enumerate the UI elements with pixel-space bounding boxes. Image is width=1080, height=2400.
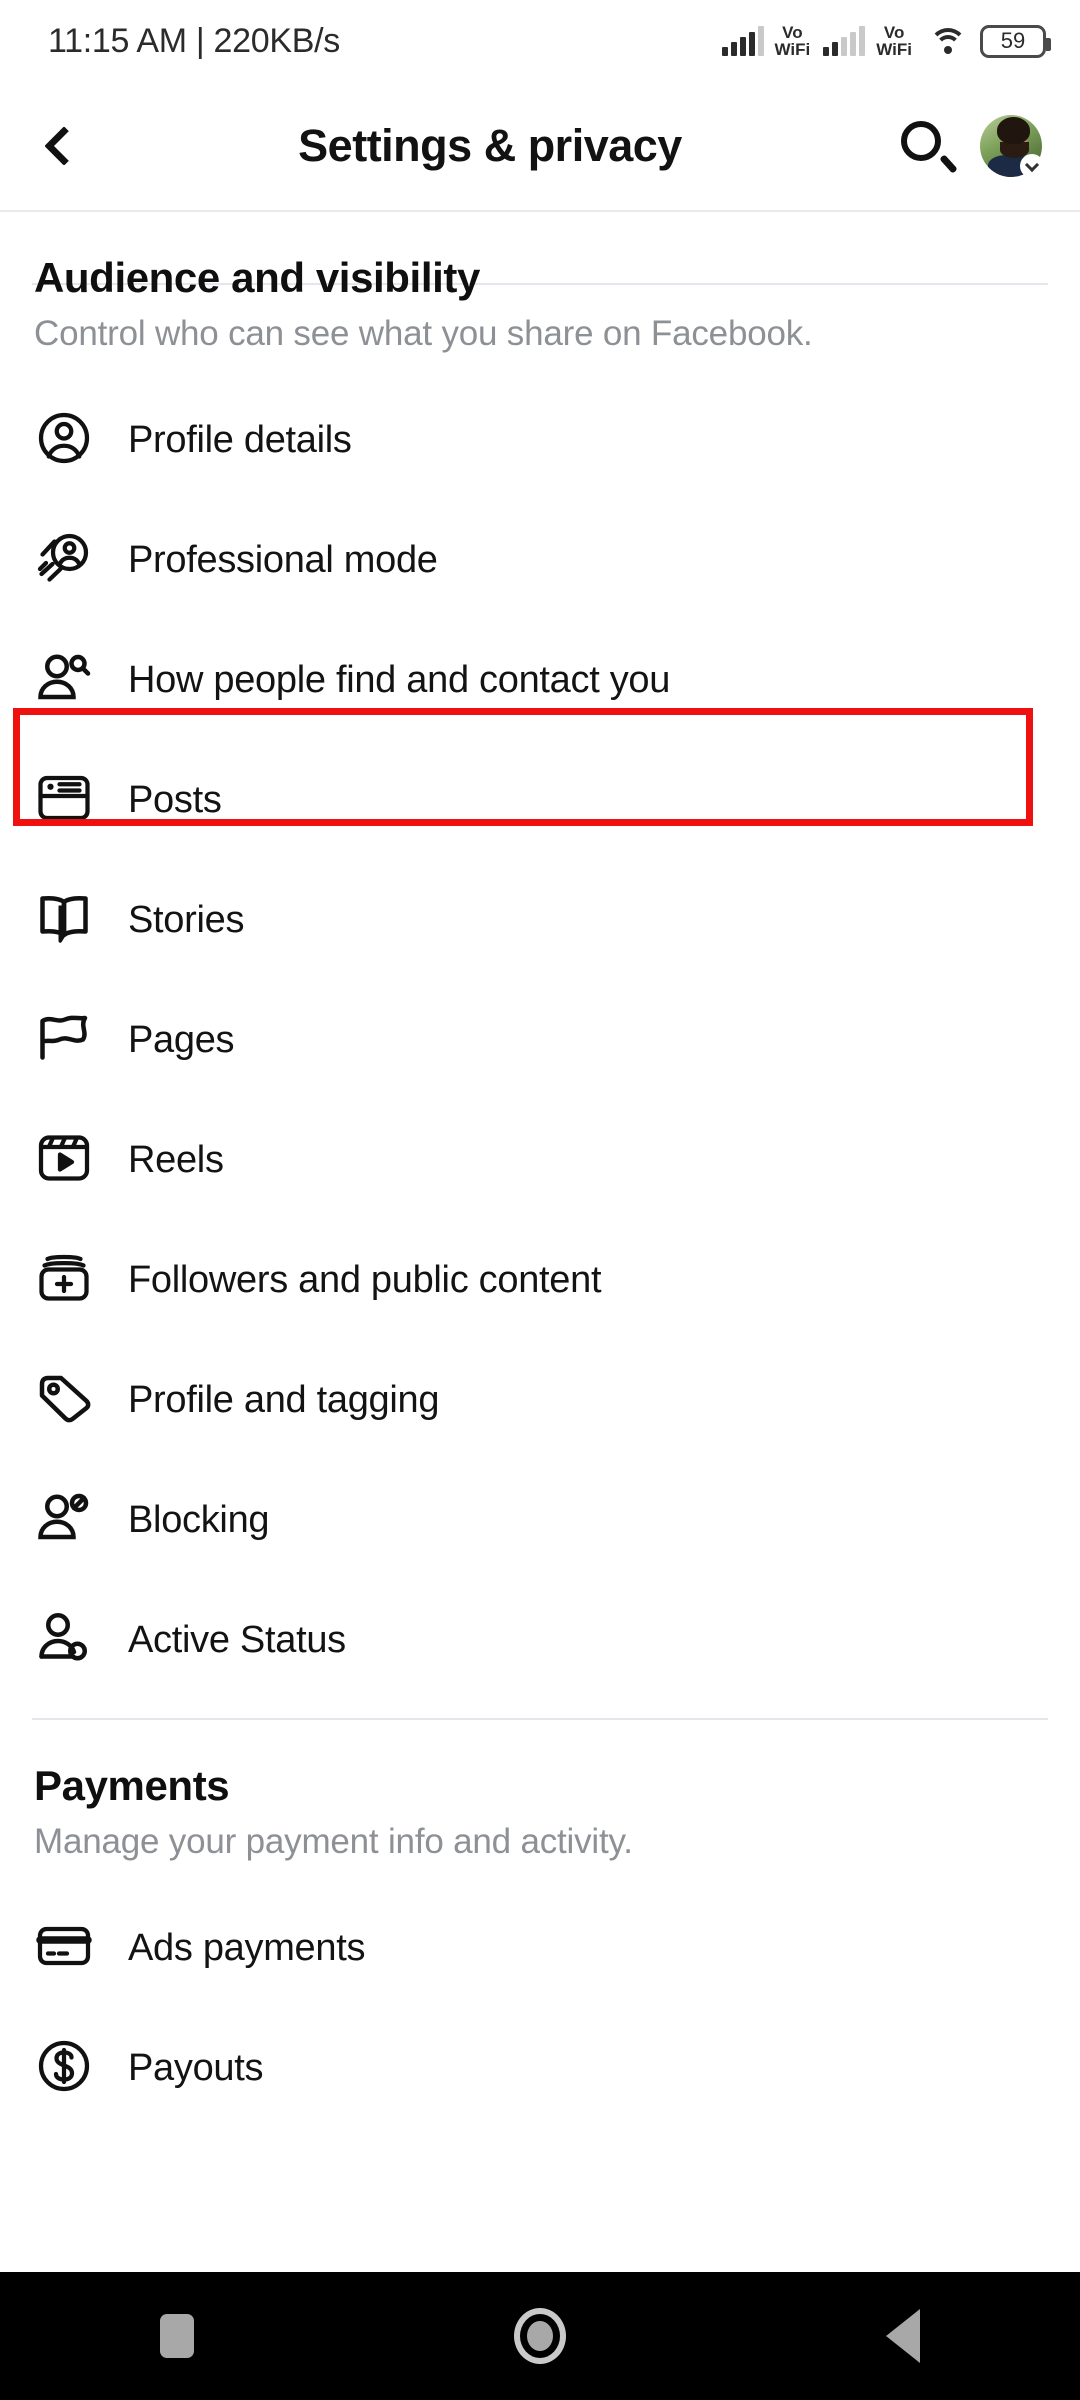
triangle-back-icon[interactable] [886, 2309, 920, 2363]
circle-icon[interactable] [514, 2308, 566, 2364]
battery-level: 59 [1000, 28, 1026, 53]
section-payments: Payments Manage your payment info and ac… [0, 1720, 1080, 2128]
list-item-label: Payouts [128, 2046, 264, 2089]
avatar[interactable] [980, 115, 1044, 178]
person-rocket-icon [34, 528, 108, 592]
list-item-label: Followers and public content [128, 1258, 602, 1301]
list-item-label: Active Status [128, 1618, 346, 1661]
person-status-icon [34, 1608, 108, 1672]
post-card-icon [34, 768, 108, 832]
section-divider-payments [32, 1718, 1048, 1720]
list-item-label: Blocking [128, 1498, 270, 1541]
vowifi-line2: WiFi [774, 40, 811, 59]
open-book-icon [34, 888, 108, 952]
reels-play-icon [34, 1128, 108, 1192]
list-item-label: How people find and contact you [128, 658, 671, 701]
flag-icon [34, 1008, 108, 1072]
status-icons: Vo WiFi Vo WiFi 59 [721, 24, 1051, 58]
status-bar: 11:15 AM | 220KB/s Vo WiFi Vo WiFi 59 [0, 0, 1080, 82]
status-time-and-speed: 11:15 AM | 220KB/s [48, 21, 340, 60]
list-item-active-status[interactable]: Active Status [0, 1580, 1080, 1700]
section-header: Audience and visibility Control who can … [0, 212, 1080, 354]
list-item-reels[interactable]: Reels [0, 1100, 1080, 1220]
stack-plus-icon [34, 1248, 108, 1312]
list-item-followers-and-public-content[interactable]: Followers and public content [0, 1220, 1080, 1340]
dollar-circle-icon [34, 2036, 108, 2100]
section-title: Audience and visibility [34, 254, 480, 301]
tag-icon [34, 1368, 108, 1432]
list-item-pages[interactable]: Pages [0, 980, 1080, 1100]
person-search-icon [34, 648, 108, 712]
section-subtitle: Manage your payment info and activity. [34, 1822, 633, 1861]
list-item-label: Reels [128, 1138, 224, 1181]
page-title: Settings & privacy [298, 120, 682, 171]
search-icon[interactable] [900, 120, 958, 174]
list-item-how-people-find-and-contact-you[interactable]: How people find and contact you [0, 620, 1080, 740]
app-header: Settings & privacy [0, 82, 1080, 210]
battery-icon: 59 [980, 24, 1051, 58]
list-item-label: Professional mode [128, 538, 438, 581]
header-actions [900, 115, 1080, 178]
list-item-posts[interactable]: Posts [0, 740, 1080, 860]
list-item-blocking[interactable]: Blocking [0, 1460, 1080, 1580]
section-audience-and-visibility: Audience and visibility Control who can … [0, 212, 1080, 1700]
vowifi-line1: Vo [883, 23, 905, 42]
signal-bars-icon [721, 26, 764, 56]
credit-card-icon [34, 1916, 108, 1980]
list-item-label: Ads payments [128, 1926, 366, 1969]
phone-screen: 11:15 AM | 220KB/s Vo WiFi Vo WiFi 59 Se [0, 0, 1080, 2400]
list-item-profile-details[interactable]: Profile details [0, 380, 1080, 500]
list-item-label: Pages [128, 1018, 235, 1061]
person-block-icon [34, 1488, 108, 1552]
wifi-icon [929, 26, 967, 56]
android-nav-bar [0, 2272, 1080, 2400]
list-item-stories[interactable]: Stories [0, 860, 1080, 980]
chevron-down-icon [1020, 154, 1044, 178]
vowifi-line1: Vo [782, 23, 803, 42]
section-title: Payments [34, 1762, 230, 1809]
list-item-profile-and-tagging[interactable]: Profile and tagging [0, 1340, 1080, 1460]
vowifi-line2: WiFi [876, 40, 912, 59]
list-item-label: Profile and tagging [128, 1378, 440, 1421]
section-header: Payments Manage your payment info and ac… [0, 1720, 1080, 1862]
person-circle-icon [34, 408, 108, 472]
chevron-left-icon [44, 126, 84, 166]
list-item-ads-payments[interactable]: Ads payments [0, 1888, 1080, 2008]
signal-bars-icon [823, 26, 866, 56]
square-icon[interactable] [160, 2314, 194, 2358]
list-item-professional-mode[interactable]: Professional mode [0, 500, 1080, 620]
list-item-payouts[interactable]: Payouts [0, 2008, 1080, 2128]
vowifi-icon: Vo WiFi [775, 24, 811, 58]
vowifi-icon: Vo WiFi [876, 24, 912, 58]
list-item-label: Stories [128, 898, 245, 941]
section-subtitle: Control who can see what you share on Fa… [34, 314, 813, 353]
settings-list: Audience and visibility Control who can … [0, 212, 1080, 2128]
list-item-label: Profile details [128, 418, 352, 461]
list-item-label: Posts [128, 778, 222, 821]
